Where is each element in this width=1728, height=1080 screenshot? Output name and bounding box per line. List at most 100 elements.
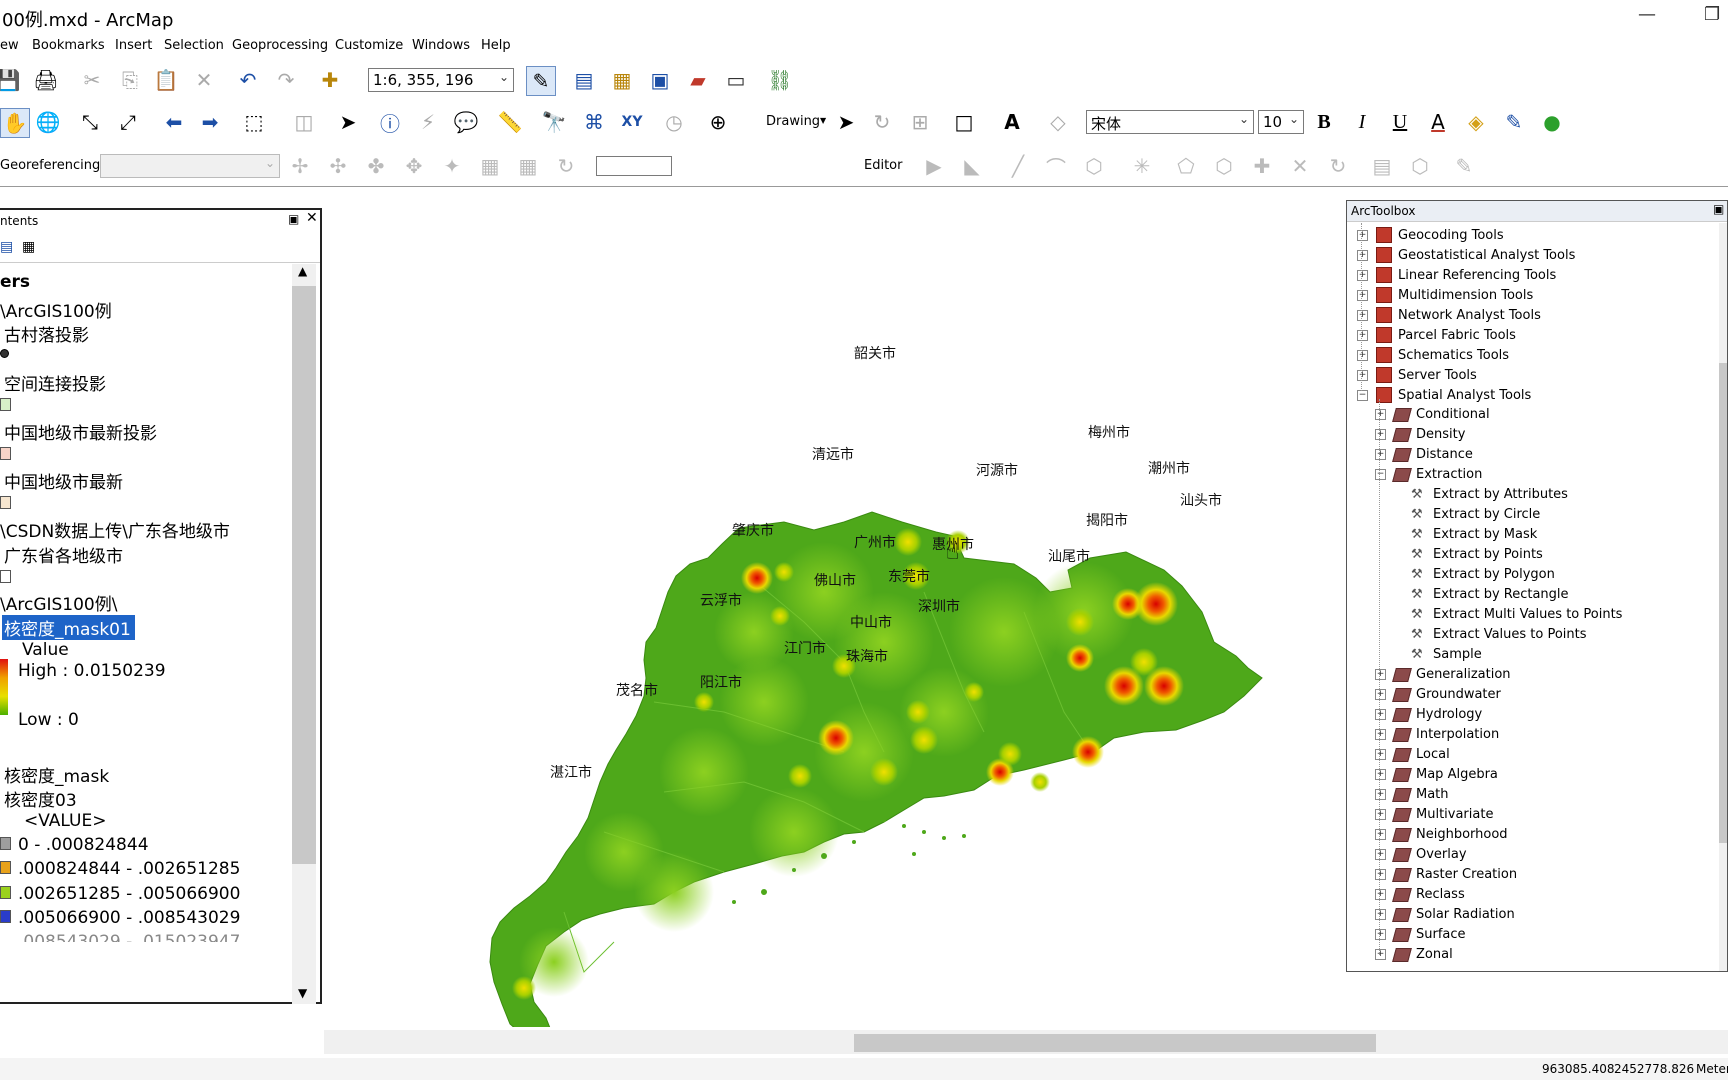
bold-button[interactable]: B: [1310, 108, 1338, 136]
viewer-window-icon[interactable]: ⊕: [704, 108, 732, 136]
auto-adjust-icon[interactable]: ✦: [438, 152, 466, 180]
toolset-groundwater[interactable]: + Groundwater: [1375, 687, 1501, 702]
toolset-solar-radiation[interactable]: + Solar Radiation: [1375, 907, 1515, 922]
undo-icon[interactable]: ↶: [234, 66, 262, 94]
toc-group-2[interactable]: \CSDN数据上传\广东各地级市: [0, 517, 230, 542]
toolset-local[interactable]: + Local: [1375, 747, 1450, 762]
toolbox-multidimension[interactable]: + Multidimension Tools: [1357, 287, 1533, 303]
tool-extract-by-mask[interactable]: ⚒ Extract by Mask: [1411, 527, 1537, 542]
font-color-icon[interactable]: A: [1424, 108, 1452, 136]
line-color-icon[interactable]: ✎: [1500, 108, 1528, 136]
pin-icon[interactable]: ▣: [288, 212, 299, 226]
toolbox-server[interactable]: + Server Tools: [1357, 367, 1477, 383]
view-link-table-icon[interactable]: ▦: [476, 152, 504, 180]
toolset-conditional[interactable]: + Conditional: [1375, 407, 1490, 422]
arctoolbox-icon[interactable]: ▰: [684, 66, 712, 94]
editor-toolbar-icon[interactable]: ✎: [526, 66, 556, 96]
close-icon[interactable]: ✕: [306, 210, 318, 226]
menu-view[interactable]: ew: [0, 38, 19, 53]
toolset-density[interactable]: + Density: [1375, 427, 1465, 442]
rotate-icon[interactable]: ↻: [868, 108, 896, 136]
toolset-generalization[interactable]: + Generalization: [1375, 667, 1511, 682]
search-window-icon[interactable]: ▣: [646, 66, 674, 94]
zoom-whole-page-icon[interactable]: ⊞: [906, 108, 934, 136]
delete-icon[interactable]: ✕: [190, 66, 218, 94]
toolset-multivariate[interactable]: + Multivariate: [1375, 807, 1493, 822]
select-features-icon[interactable]: ⬚: [240, 108, 268, 136]
rotate-editor-icon[interactable]: ↻: [1324, 152, 1352, 180]
list-by-source-icon[interactable]: ▤: [0, 239, 13, 255]
toolset-interpolation[interactable]: + Interpolation: [1375, 727, 1499, 742]
cut-icon[interactable]: ✂: [78, 66, 106, 94]
shift-tool-icon[interactable]: ✣: [324, 152, 352, 180]
menu-bookmarks[interactable]: Bookmarks: [32, 38, 105, 53]
fixed-zoom-out-icon[interactable]: ⤢: [114, 108, 142, 136]
tool-extract-by-circle[interactable]: ⚒ Extract by Circle: [1411, 507, 1540, 522]
tool-extract-by-rectangle[interactable]: ⚒ Extract by Rectangle: [1411, 587, 1569, 602]
fixed-zoom-in-icon[interactable]: ⤡: [76, 108, 104, 136]
point-icon[interactable]: ✳: [1128, 152, 1156, 180]
menu-selection[interactable]: Selection: [164, 38, 224, 53]
toolset-overlay[interactable]: + Overlay: [1375, 847, 1467, 862]
control-points-icon[interactable]: ✥: [400, 152, 428, 180]
toc-group-1[interactable]: \ArcGIS100例: [0, 297, 112, 322]
tool-extract-by-attributes[interactable]: ⚒ Extract by Attributes: [1411, 487, 1568, 502]
toolset-map-algebra[interactable]: + Map Algebra: [1375, 767, 1498, 782]
edit-vertices-icon[interactable]: ◇: [1044, 108, 1072, 136]
italic-button[interactable]: I: [1348, 108, 1376, 136]
scroll-up-icon[interactable]: ▲: [298, 264, 307, 278]
endpoint-arc-icon[interactable]: ⌒: [1042, 152, 1070, 180]
toc-layer-china[interactable]: 中国地级市最新: [4, 468, 123, 493]
attributes-icon[interactable]: ▤: [1368, 152, 1396, 180]
sketch-properties-icon[interactable]: ⬡: [1406, 152, 1434, 180]
toc-layer-gucunluo[interactable]: 古村落投影: [4, 321, 89, 346]
cut-polygons-icon[interactable]: ✚: [1248, 152, 1276, 180]
print-icon[interactable]: 🖨: [32, 66, 60, 94]
font-combo[interactable]: 宋体 ⌄: [1086, 110, 1254, 134]
toolset-surface[interactable]: + Surface: [1375, 927, 1466, 942]
layer-combo[interactable]: ⌄: [100, 154, 280, 178]
redo-icon[interactable]: ↷: [272, 66, 300, 94]
font-size-combo[interactable]: 10 ⌄: [1258, 110, 1304, 134]
split-icon[interactable]: ✕: [1286, 152, 1314, 180]
underline-button[interactable]: U: [1386, 108, 1414, 136]
drawing-menu[interactable]: Drawing: [766, 114, 820, 129]
rotate-input[interactable]: [596, 156, 672, 176]
toc-layer-china-proj[interactable]: 中国地级市最新投影: [4, 419, 157, 444]
toolbox-geostatistical[interactable]: + Geostatistical Analyst Tools: [1357, 247, 1575, 263]
tool-extract-by-points[interactable]: ⚒ Extract by Points: [1411, 547, 1543, 562]
edit-annotation-icon[interactable]: ◣: [958, 152, 986, 180]
toolbox-geocoding[interactable]: + Geocoding Tools: [1357, 227, 1504, 243]
menu-geoprocessing[interactable]: Geoprocessing: [232, 38, 328, 53]
minimize-icon[interactable]: —: [1638, 4, 1656, 25]
scroll-thumb[interactable]: [292, 286, 316, 864]
modelbuilder-icon[interactable]: ⛓: [766, 66, 794, 94]
copy-icon[interactable]: ⎘: [116, 66, 144, 94]
toolset-hydrology[interactable]: + Hydrology: [1375, 707, 1482, 722]
full-extent-icon[interactable]: 🌐: [34, 108, 62, 136]
hscroll-thumb[interactable]: [854, 1034, 1376, 1052]
toc-scrollbar[interactable]: ▲ ▼: [292, 264, 316, 1004]
toc-group-3[interactable]: \ArcGIS100例\: [0, 590, 117, 615]
tool-extract-multi-values[interactable]: ⚒ Extract Multi Values to Points: [1411, 607, 1622, 622]
restore-icon[interactable]: ❐: [1704, 4, 1720, 25]
find-icon[interactable]: 🔭: [540, 108, 568, 136]
create-features-icon[interactable]: ✎: [1450, 152, 1478, 180]
go-to-xy-icon[interactable]: XY: [618, 108, 646, 136]
reshape-icon[interactable]: ⬡: [1210, 152, 1238, 180]
measure-icon[interactable]: 📏: [496, 108, 524, 136]
toolbox-linear-ref[interactable]: + Linear Referencing Tools: [1357, 267, 1556, 283]
fill-color-icon[interactable]: ◈: [1462, 108, 1490, 136]
straight-segment-icon[interactable]: ╱: [1004, 152, 1032, 180]
toolset-zonal[interactable]: + Zonal: [1375, 947, 1453, 962]
select-elements-icon[interactable]: ➤: [334, 108, 362, 136]
edit-vertices-editor-icon[interactable]: ⬠: [1172, 152, 1200, 180]
toolset-math[interactable]: + Math: [1375, 787, 1449, 802]
toolbox-scrollbar[interactable]: [1719, 223, 1727, 971]
html-popup-icon[interactable]: 💬: [452, 108, 480, 136]
tool-sample[interactable]: ⚒ Sample: [1411, 647, 1482, 662]
list-by-selection-icon[interactable]: ▦: [22, 239, 35, 255]
layers-group[interactable]: ers: [0, 272, 30, 292]
menu-windows[interactable]: Windows: [412, 38, 470, 53]
toolset-reclass[interactable]: + Reclass: [1375, 887, 1465, 902]
